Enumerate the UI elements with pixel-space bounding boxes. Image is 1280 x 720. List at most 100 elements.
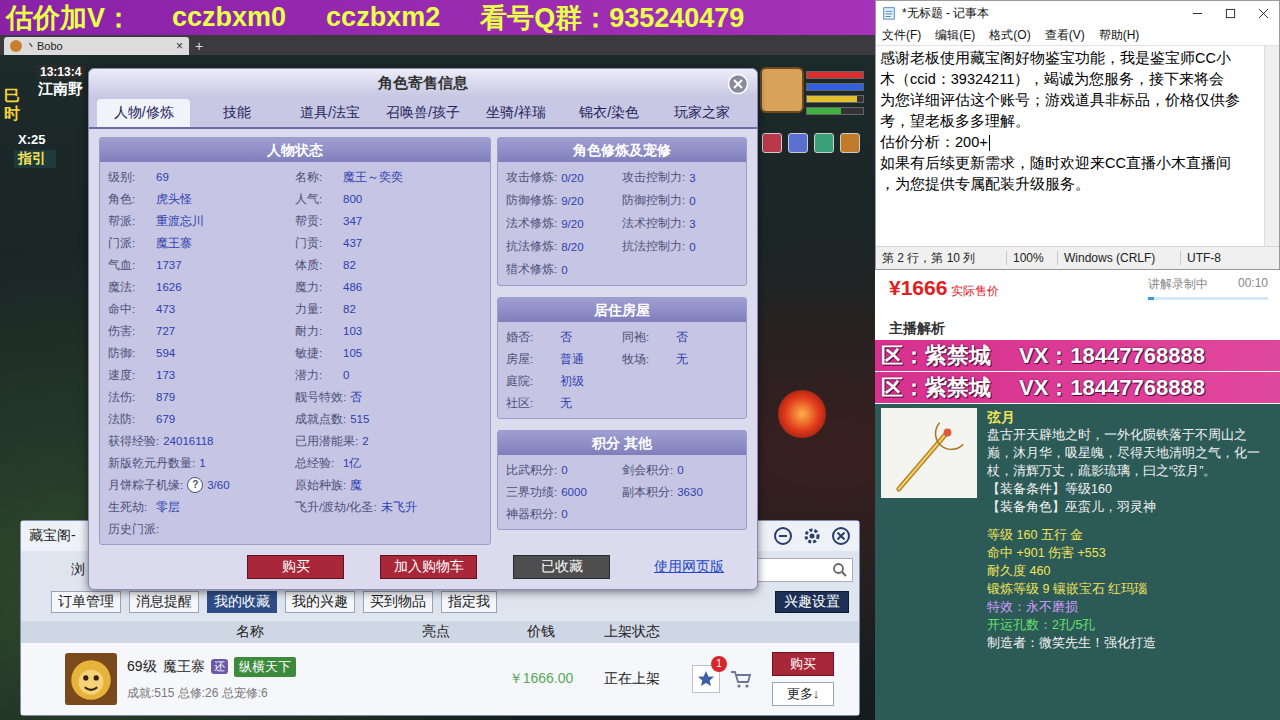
- menu-item[interactable]: 文件(F): [882, 27, 921, 44]
- dialog-tab[interactable]: 人物/修炼: [97, 99, 190, 127]
- tab-title: 丶Bobo: [26, 39, 172, 54]
- stat-row: 比武积分: 0剑会积分: 0: [506, 459, 738, 481]
- dialog-tab[interactable]: 玩家之家: [656, 99, 749, 127]
- stat-row: 伤害: 727耐力: 103: [108, 320, 482, 342]
- status-bars: [806, 71, 864, 115]
- buy-button[interactable]: 购买: [772, 652, 834, 676]
- banner-text: cczbxm0: [172, 2, 286, 33]
- minimize-icon[interactable]: [1192, 8, 1203, 19]
- guide-button[interactable]: 指引: [14, 150, 56, 168]
- browse-label[interactable]: 浏: [71, 561, 85, 579]
- buff-icon[interactable]: [762, 133, 782, 153]
- stat-row: 防御: 594敏捷: 105: [108, 342, 482, 364]
- new-tab-button[interactable]: +: [195, 37, 203, 55]
- stat: 获得经验: 24016118: [108, 434, 295, 449]
- left-area: 估价加V：cczbxm0cczbxm2看号Q群：935240479 丶Bobo …: [0, 0, 875, 720]
- nav-tab[interactable]: 指定我: [441, 591, 497, 613]
- buff-icon[interactable]: [840, 133, 860, 153]
- status-bar: [806, 107, 864, 115]
- browser-tab[interactable]: 丶Bobo ×: [4, 37, 189, 55]
- action-button[interactable]: 购买: [247, 555, 344, 579]
- stat: 房屋: 普通: [506, 352, 622, 367]
- close-icon[interactable]: [727, 73, 749, 95]
- nav-tab[interactable]: 我的收藏: [207, 591, 277, 613]
- menu-item[interactable]: 编辑(E): [935, 27, 975, 44]
- role-level: 69级: [127, 658, 157, 676]
- dialog-tab[interactable]: 道具/法宝: [283, 99, 376, 127]
- nav-tab[interactable]: 我的兴趣: [285, 591, 355, 613]
- stat: 总经验: 1亿: [295, 456, 482, 471]
- game-window: 丶Bobo × + 13:13:4 江南野 巳时 X:25 指引 藏宝阁- 浏 …: [0, 35, 875, 720]
- close-icon[interactable]: [831, 526, 851, 546]
- stat-row: 月饼粽子机缘: ? 3/60原始种族: 魔: [108, 474, 482, 496]
- web-version-link[interactable]: 使用网页版: [654, 558, 724, 576]
- menu-item[interactable]: 查看(V): [1045, 27, 1085, 44]
- buff-icon[interactable]: [814, 133, 834, 153]
- dialog-tab[interactable]: 技能: [190, 99, 283, 127]
- item-requirement: 【装备角色】巫蛮儿，羽灵神: [987, 498, 1272, 516]
- text-line: 如果有后续更新需求，随时欢迎来CC直播小木直播间: [880, 153, 1260, 174]
- status-bar: [806, 83, 864, 91]
- dialog-tab[interactable]: 召唤兽/孩子: [376, 99, 469, 127]
- nav-tab[interactable]: 订单管理: [51, 591, 121, 613]
- text-caret: [989, 135, 990, 151]
- minimize-icon[interactable]: [773, 526, 793, 546]
- stat: 原始种族: 魔: [295, 478, 482, 493]
- cart-icon[interactable]: [730, 669, 752, 689]
- maximize-icon[interactable]: [1225, 8, 1236, 19]
- recording-progress: [1148, 297, 1268, 300]
- item-stat: 制造者：微笑先生！强化打造: [987, 634, 1272, 652]
- item-description: 盘古开天辟地之时，一外化陨铁落于不周山之巅，沐月华，吸星魄，尽得天地清明之气，化…: [987, 426, 1272, 480]
- table-row[interactable]: 69级 魔王寨 还 纵横天下 成就:515 总修:26 总宠修:6 ￥1666.…: [21, 643, 859, 715]
- status-segment: UTF-8: [1180, 251, 1227, 265]
- stat: 魔力: 486: [295, 280, 482, 295]
- help-icon[interactable]: ?: [187, 477, 203, 493]
- role-summary: 成就:515 总修:26 总宠修:6: [127, 685, 296, 702]
- ad-contact: VX：18447768888: [1019, 341, 1205, 371]
- stat: 伤害: 727: [108, 324, 295, 339]
- info-panel: 积分 其他 比武积分: 0剑会积分: 0三界功绩: 6000副本积分: 3630…: [497, 430, 747, 530]
- buff-row: [762, 133, 860, 153]
- ad-region: 区：紫禁城: [881, 373, 991, 403]
- top-banner: 估价加V：cczbxm0cczbxm2看号Q群：935240479: [0, 0, 875, 35]
- favorite-button[interactable]: 1: [692, 665, 720, 693]
- stat-row: 速度: 173潜力: 0: [108, 364, 482, 386]
- status-segment: Windows (CRLF): [1057, 251, 1180, 265]
- text-line: 木（ccid：39324211），竭诚为您服务，接下来将会: [880, 69, 1260, 90]
- panel-title: 角色修炼及宠修: [498, 138, 746, 162]
- nav-tab[interactable]: 买到物品: [363, 591, 433, 613]
- stat: 同袍: 否: [622, 330, 738, 345]
- search-icon[interactable]: [832, 562, 848, 578]
- close-icon[interactable]: [1258, 8, 1269, 19]
- tab-close[interactable]: ×: [176, 39, 183, 53]
- scrollbar[interactable]: [1264, 46, 1279, 246]
- star-icon: [696, 669, 716, 689]
- nav-tab[interactable]: 消息提醒: [129, 591, 199, 613]
- banner-text: 估价加V：: [6, 0, 132, 35]
- action-button[interactable]: 加入购物车: [380, 555, 477, 579]
- stat-row: 新版乾元丹数量: 1总经验: 1亿: [108, 452, 482, 474]
- notepad-text[interactable]: 感谢老板使用藏宝阁好物鉴宝功能，我是鉴宝师CC小木（ccid：39324211）…: [876, 45, 1279, 246]
- stat: 气血: 1737: [108, 258, 295, 273]
- status-bar: [806, 95, 864, 103]
- gear-icon[interactable]: [802, 526, 822, 546]
- server-tag: 纵横天下: [234, 657, 296, 677]
- menu-item[interactable]: 帮助(H): [1099, 27, 1140, 44]
- stat: 庭院: 初级: [506, 374, 622, 389]
- cbg-title: 藏宝阁-: [29, 527, 76, 545]
- stat-row: 攻击修炼: 0/20攻击控制力: 3: [506, 166, 738, 189]
- stat-row: 门派: 魔王寨门贡: 437: [108, 232, 482, 254]
- stat: 社区: 无: [506, 396, 622, 411]
- buff-icon[interactable]: [788, 133, 808, 153]
- dialog-tab[interactable]: 坐骑/祥瑞: [470, 99, 563, 127]
- menu-item[interactable]: 格式(O): [989, 27, 1030, 44]
- stat-row: 房屋: 普通牧场: 无: [506, 348, 738, 370]
- stat-row: 防御修炼: 9/20防御控制力: 0: [506, 189, 738, 212]
- stat-row: 法防: 679成就点数: 515: [108, 408, 482, 430]
- action-button[interactable]: 已收藏: [513, 555, 610, 579]
- interest-settings-button[interactable]: 兴趣设置: [775, 591, 849, 613]
- portrait-icon[interactable]: [760, 67, 804, 113]
- dialog-tab[interactable]: 锦衣/染色: [563, 99, 656, 127]
- map-name: 江南野: [38, 80, 83, 99]
- more-button[interactable]: 更多↓: [772, 682, 834, 706]
